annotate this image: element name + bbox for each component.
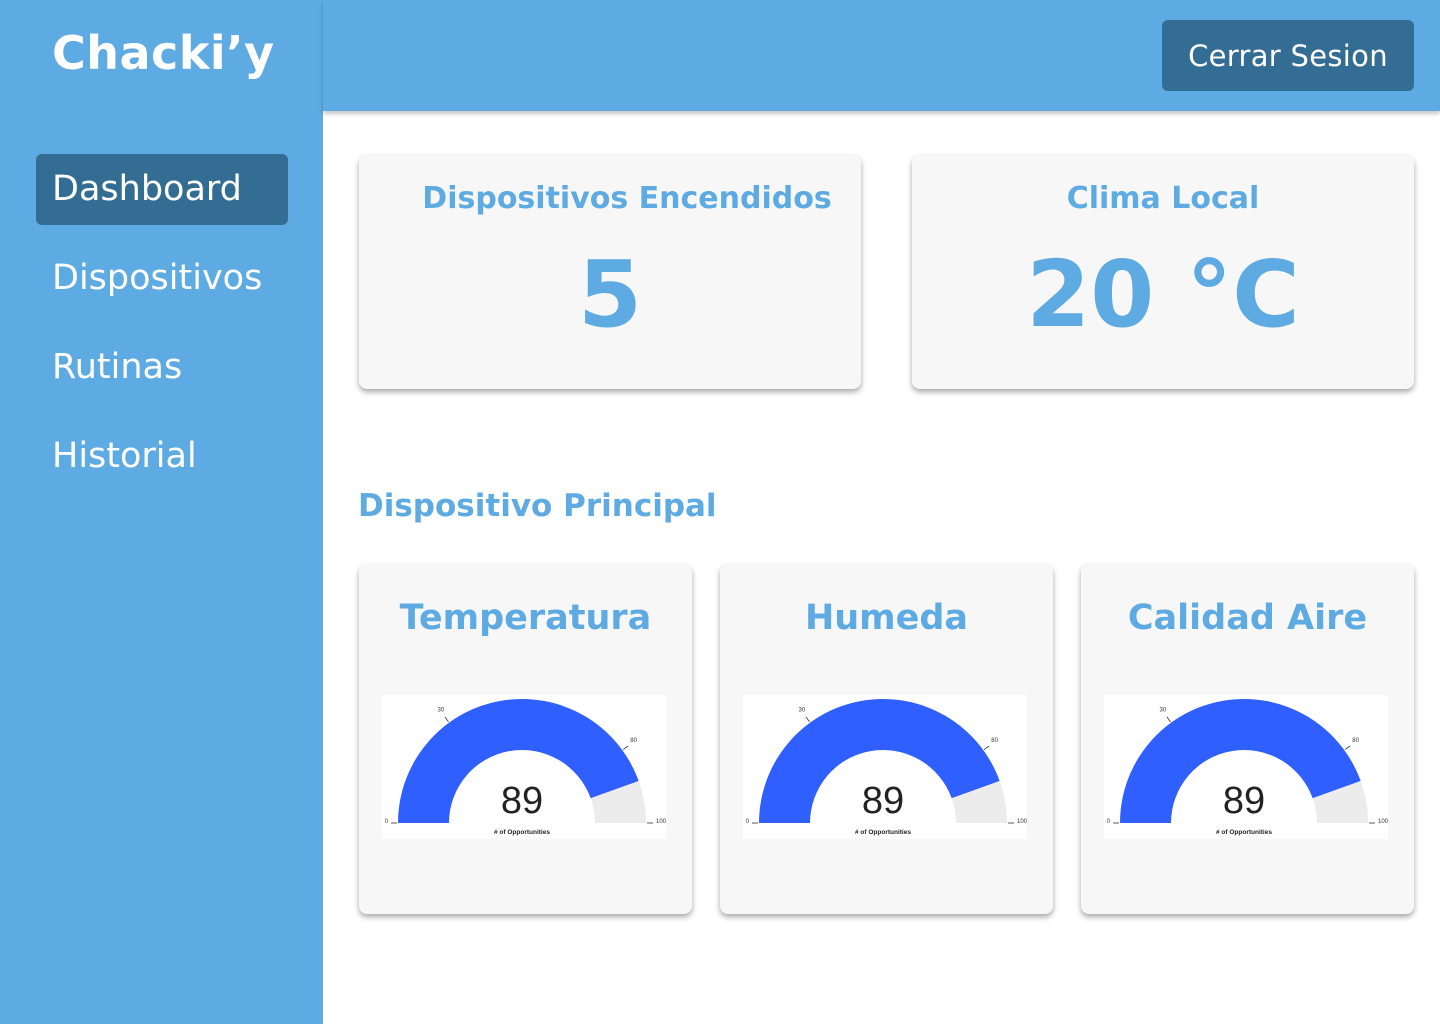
temperature-gauge: 0 30 80 100 89 # of Opportunities	[382, 695, 666, 839]
gauge-caption: # of Opportunities	[855, 829, 911, 836]
devices-on-title: Dispositivos Encendidos	[422, 181, 832, 216]
logout-button[interactable]: Cerrar Sesion	[1162, 20, 1414, 91]
sidebar-item-historial[interactable]: Historial	[36, 421, 288, 492]
gauge-tick	[805, 716, 810, 723]
gauge-tick-label: 30	[438, 707, 445, 713]
app-logo: Chacki’y	[52, 26, 275, 80]
humidity-card: Humeda 0 30 80 100 89 # of Opportunities	[720, 564, 1053, 914]
gauge-tick-label: 0	[746, 819, 750, 825]
main-device-title: Dispositivo Principal	[358, 488, 717, 524]
sidebar-item-rutinas[interactable]: Rutinas	[36, 332, 288, 403]
weather-card: Clima Local 20 °C	[912, 155, 1414, 389]
gauge-tick	[444, 716, 449, 723]
gauge-tick-label: 80	[991, 738, 998, 744]
gauge-tick	[622, 745, 629, 750]
gauge-value: 89	[501, 780, 543, 822]
gauge-tick	[983, 745, 990, 750]
air-quality-title: Calidad Aire	[1127, 598, 1368, 638]
sidebar-item-dispositivos[interactable]: Dispositivos	[36, 243, 288, 314]
gauge-value: 89	[1223, 780, 1265, 822]
gauge-tick-label: 80	[630, 738, 637, 744]
gauge-tick-label: 30	[1160, 707, 1167, 713]
gauge-tick-label: 30	[799, 707, 806, 713]
air-quality-card: Calidad Aire 0 30 80 100 89 # of Opportunitie…	[1081, 564, 1414, 914]
gauge-tick-label: 100	[1017, 819, 1027, 825]
devices-on-value: 5	[577, 241, 642, 348]
sidebar-item-dashboard[interactable]: Dashboard	[36, 154, 288, 225]
gauge-chart: 0 30 80 100 89 # of Opportunities	[1107, 699, 1388, 836]
gauge-tick	[1166, 716, 1171, 723]
humidity-title: Humeda	[804, 598, 969, 638]
gauge-chart: 0 30 80 100 89 # of Opportunities	[385, 699, 666, 836]
sidebar: Dashboard Dispositivos Rutinas Historial	[0, 0, 323, 1024]
gauge-tick-label: 0	[385, 819, 389, 825]
gauge-tick-label: 100	[656, 819, 666, 825]
gauge-caption: # of Opportunities	[494, 829, 550, 836]
top-header: Cerrar Sesion	[323, 0, 1440, 111]
gauge-value: 89	[862, 780, 904, 822]
air-quality-gauge: 0 30 80 100 89 # of Opportunities	[1104, 695, 1388, 839]
weather-value: 20 °C	[1026, 241, 1300, 348]
gauge-tick-label: 0	[1107, 819, 1111, 825]
sidebar-nav: Dashboard Dispositivos Rutinas Historial	[36, 154, 288, 510]
gauge-tick-label: 80	[1352, 738, 1359, 744]
gauge-chart: 0 30 80 100 89 # of Opportunities	[746, 699, 1027, 836]
temperature-card: Temperatura 0 30 80 100 89 # of Opportunities	[359, 564, 692, 914]
weather-title: Clima Local	[1066, 181, 1260, 216]
humidity-gauge: 0 30 80 100 89 # of Opportunities	[743, 695, 1027, 839]
gauge-caption: # of Opportunities	[1216, 829, 1272, 836]
gauge-tick	[1344, 745, 1351, 750]
devices-on-card: Dispositivos Encendidos 5	[359, 155, 861, 389]
gauge-tick-label: 100	[1378, 819, 1388, 825]
temperature-title: Temperatura	[399, 598, 652, 638]
